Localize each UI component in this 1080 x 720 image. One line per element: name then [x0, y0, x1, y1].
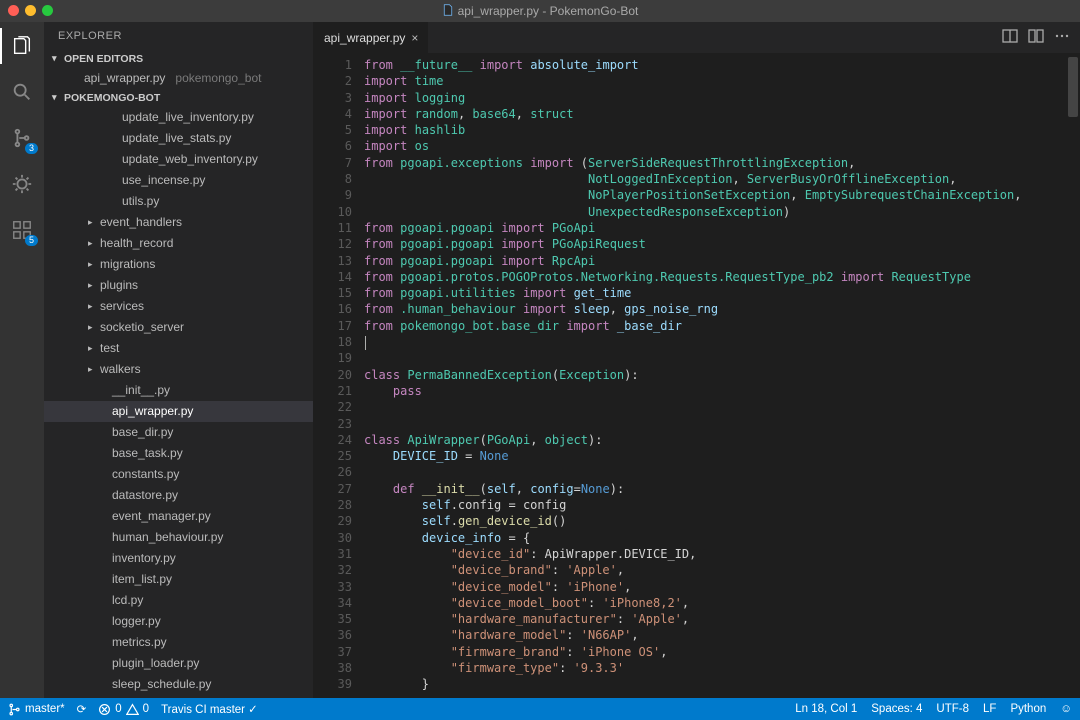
- file-item[interactable]: tree_config_builder.py: [44, 695, 313, 698]
- file-dir: pokemongo_bot: [175, 70, 261, 87]
- activity-bar: 3 5: [0, 22, 44, 698]
- status-eol[interactable]: LF: [983, 703, 996, 715]
- code-editor[interactable]: 1234567891011121314151617181920212223242…: [314, 53, 1080, 698]
- editor-scrollbar[interactable]: [1068, 57, 1078, 117]
- section-workspace[interactable]: POKEMONGO-BOT: [44, 89, 313, 107]
- file-item[interactable]: event_manager.py: [44, 506, 313, 527]
- window-minimize-button[interactable]: [25, 5, 36, 16]
- file-item[interactable]: base_dir.py: [44, 422, 313, 443]
- folder-item[interactable]: plugins: [44, 275, 313, 296]
- statusbar: master* ⟳ 0 0 Travis CI master ✓ Ln 18, …: [0, 698, 1080, 720]
- file-item[interactable]: datastore.py: [44, 485, 313, 506]
- more-actions-icon[interactable]: [1054, 28, 1070, 47]
- window-close-button[interactable]: [8, 5, 19, 16]
- file-item[interactable]: update_live_inventory.py: [44, 107, 313, 128]
- file-item[interactable]: logger.py: [44, 611, 313, 632]
- file-item[interactable]: base_task.py: [44, 443, 313, 464]
- status-position[interactable]: Ln 18, Col 1: [795, 703, 857, 715]
- window-maximize-button[interactable]: [42, 5, 53, 16]
- extensions-badge: 5: [25, 235, 38, 246]
- file-item[interactable]: use_incense.py: [44, 170, 313, 191]
- folder-item[interactable]: test: [44, 338, 313, 359]
- title-file-icon: [442, 4, 454, 19]
- file-item[interactable]: plugin_loader.py: [44, 653, 313, 674]
- editor-area: api_wrapper.py × 12345678910111213141516…: [314, 22, 1080, 698]
- activity-search[interactable]: [0, 74, 44, 110]
- file-item[interactable]: inventory.py: [44, 548, 313, 569]
- file-item[interactable]: utils.py: [44, 191, 313, 212]
- tab-label: api_wrapper.py: [324, 31, 405, 45]
- status-branch[interactable]: master*: [8, 703, 65, 716]
- status-feedback-icon[interactable]: ☺: [1060, 703, 1072, 715]
- window-titlebar: api_wrapper.py - PokemonGo-Bot: [0, 0, 1080, 22]
- status-problems[interactable]: 0 0: [98, 703, 149, 716]
- file-item[interactable]: update_web_inventory.py: [44, 149, 313, 170]
- file-item[interactable]: api_wrapper.py: [44, 401, 313, 422]
- folder-item[interactable]: socketio_server: [44, 317, 313, 338]
- file-name: api_wrapper.py: [84, 70, 165, 87]
- status-language[interactable]: Python: [1010, 703, 1046, 715]
- split-editor-icon[interactable]: [1002, 28, 1018, 47]
- folder-item[interactable]: event_handlers: [44, 212, 313, 233]
- sidebar-title: EXPLORER: [44, 22, 313, 50]
- status-encoding[interactable]: UTF-8: [936, 703, 969, 715]
- scm-badge: 3: [25, 143, 38, 154]
- file-item[interactable]: sleep_schedule.py: [44, 674, 313, 695]
- activity-debug[interactable]: [0, 166, 44, 202]
- tab-close-icon[interactable]: ×: [411, 31, 418, 45]
- activity-explorer[interactable]: [0, 28, 44, 64]
- line-number-gutter: 1234567891011121314151617181920212223242…: [314, 53, 364, 698]
- activity-extensions[interactable]: 5: [0, 212, 44, 248]
- file-item[interactable]: human_behaviour.py: [44, 527, 313, 548]
- file-item[interactable]: lcd.py: [44, 590, 313, 611]
- status-ci[interactable]: Travis CI master ✓: [161, 702, 258, 716]
- section-open-editors[interactable]: OPEN EDITORS: [44, 50, 313, 68]
- tab-bar: api_wrapper.py ×: [314, 22, 1080, 53]
- file-item[interactable]: item_list.py: [44, 569, 313, 590]
- file-item[interactable]: update_live_stats.py: [44, 128, 313, 149]
- folder-item[interactable]: services: [44, 296, 313, 317]
- folder-item[interactable]: walkers: [44, 359, 313, 380]
- folder-item[interactable]: health_record: [44, 233, 313, 254]
- status-sync-icon[interactable]: ⟳: [77, 702, 87, 716]
- open-editor-item[interactable]: api_wrapper.py pokemongo_bot: [44, 68, 313, 89]
- folder-item[interactable]: migrations: [44, 254, 313, 275]
- activity-scm[interactable]: 3: [0, 120, 44, 156]
- status-indent[interactable]: Spaces: 4: [871, 703, 922, 715]
- tab-api-wrapper[interactable]: api_wrapper.py ×: [314, 22, 429, 53]
- file-item[interactable]: __init__.py: [44, 380, 313, 401]
- explorer-sidebar: EXPLORER OPEN EDITORS api_wrapper.py pok…: [44, 22, 314, 698]
- file-item[interactable]: metrics.py: [44, 632, 313, 653]
- editor-layout-icon[interactable]: [1028, 28, 1044, 47]
- file-item[interactable]: constants.py: [44, 464, 313, 485]
- window-title: api_wrapper.py - PokemonGo-Bot: [458, 4, 639, 18]
